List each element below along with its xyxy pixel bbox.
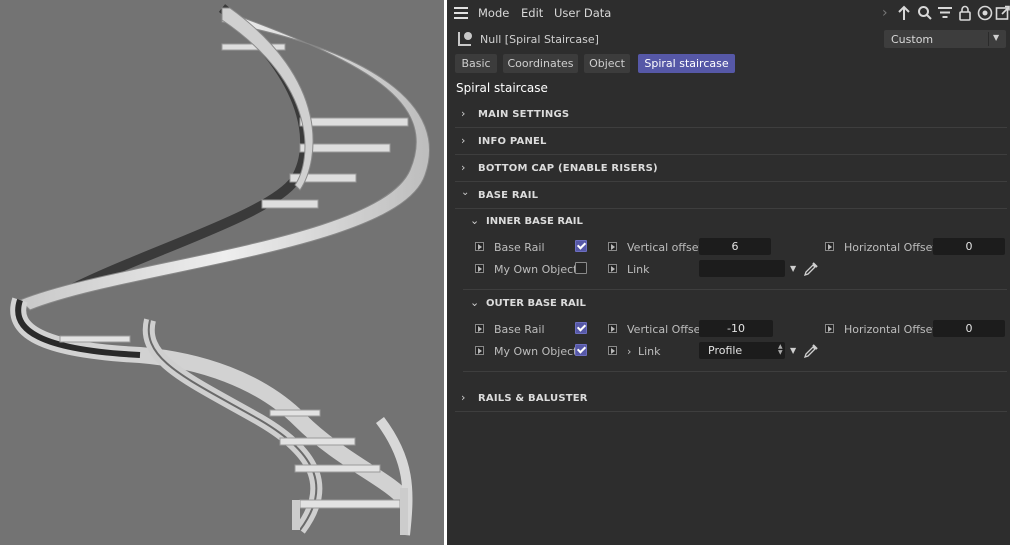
outer-row-2: My Own Object › Link Profile ▲ ▼ ▼ (447, 341, 1010, 361)
lock-icon[interactable] (957, 5, 973, 21)
menu-edit[interactable]: Edit (521, 6, 543, 20)
hamburger-icon[interactable] (454, 7, 468, 19)
eyedropper-icon[interactable] (803, 343, 819, 359)
group-label: RAILS & BALUSTER (478, 393, 588, 404)
object-name: Null [Spiral Staircase] (480, 33, 599, 46)
keyframe-icon[interactable] (475, 242, 484, 251)
outer-row-1: Base Rail Vertical Offset -10 Horizontal… (447, 319, 1010, 339)
chevron-down-icon: ⌄ (470, 214, 480, 227)
inner-horizontal-offset-field[interactable]: 0 (933, 238, 1005, 255)
outer-my-own-object-label: My Own Object (494, 345, 578, 358)
inner-link-field[interactable] (699, 260, 785, 277)
chevron-right-icon[interactable]: › (627, 345, 631, 358)
inner-vertical-offset-label: Vertical offset (627, 241, 703, 254)
group-bottom-cap[interactable]: › BOTTOM CAP (ENABLE RISERS) (455, 155, 1007, 182)
layout-dropdown[interactable]: Custom ▼ (884, 30, 1006, 48)
outer-horizontal-offset-field[interactable]: 0 (933, 320, 1005, 337)
menu-mode[interactable]: Mode (478, 6, 509, 20)
inner-my-own-object-checkbox[interactable] (575, 262, 587, 274)
section-title: Spiral staircase (456, 81, 548, 95)
tab-object[interactable]: Object (584, 54, 630, 73)
chevron-right-icon[interactable]: › (882, 5, 888, 21)
group-rails-baluster[interactable]: › RAILS & BALUSTER (455, 385, 1007, 412)
inner-base-rail-checkbox[interactable] (575, 240, 587, 252)
attribute-manager: Mode Edit User Data › Null [Spiral Stair… (447, 0, 1010, 545)
eyedropper-icon[interactable] (803, 261, 819, 277)
subgroup-inner-base-rail[interactable]: ⌄ INNER BASE RAIL (463, 211, 1007, 233)
inner-row-1: Base Rail Vertical offset 6 Horizontal O… (447, 237, 1010, 257)
object-header: Null [Spiral Staircase] Custom ▼ (447, 29, 1010, 51)
chevron-down-icon[interactable]: ▼ (790, 346, 796, 355)
spinner-icon[interactable]: ▲ ▼ (778, 344, 783, 357)
layout-dropdown-value: Custom (891, 33, 934, 46)
inner-row-2: My Own Object Link ▼ (447, 259, 1010, 279)
outer-vertical-offset-label: Vertical Offset (627, 323, 705, 336)
subgroup-outer-base-rail[interactable]: ⌄ OUTER BASE RAIL (463, 293, 1007, 315)
outer-link-label: Link (638, 345, 661, 358)
chevron-right-icon: › (461, 161, 466, 174)
null-object-icon (458, 32, 472, 46)
outer-vertical-offset-field[interactable]: -10 (699, 320, 773, 337)
keyframe-icon[interactable] (608, 264, 617, 273)
inner-my-own-object-label: My Own Object (494, 263, 578, 276)
chevron-right-icon: › (461, 134, 466, 147)
keyframe-icon[interactable] (825, 242, 834, 251)
keyframe-icon[interactable] (475, 346, 484, 355)
keyframe-icon[interactable] (608, 346, 617, 355)
tab-coordinates[interactable]: Coordinates (503, 54, 578, 73)
group-main-settings[interactable]: › MAIN SETTINGS (455, 101, 1007, 128)
outer-base-rail-checkbox[interactable] (575, 322, 587, 334)
3d-viewport[interactable] (0, 0, 444, 545)
keyframe-icon[interactable] (608, 242, 617, 251)
group-base-rail[interactable]: ⌄ BASE RAIL (455, 182, 1007, 209)
menu-bar: Mode Edit User Data › (447, 0, 1010, 26)
outer-base-rail-label: Base Rail (494, 323, 545, 336)
tab-spiral-staircase[interactable]: Spiral staircase (638, 54, 735, 73)
menu-user-data[interactable]: User Data (554, 6, 611, 20)
group-label: BASE RAIL (478, 190, 539, 201)
keyframe-icon[interactable] (475, 264, 484, 273)
outer-horizontal-offset-label: Horizontal Offset (844, 323, 937, 336)
chevron-down-icon: ⌄ (461, 187, 470, 198)
chevron-right-icon: › (461, 391, 466, 404)
divider (463, 289, 1007, 290)
arrow-up-icon[interactable] (896, 5, 912, 21)
group-label: INFO PANEL (478, 136, 547, 147)
subgroup-label: INNER BASE RAIL (486, 216, 583, 227)
chevron-down-icon: ▼ (993, 33, 1000, 42)
outer-my-own-object-checkbox[interactable] (575, 344, 587, 356)
inner-horizontal-offset-label: Horizontal Offset (844, 241, 937, 254)
chevron-down-icon[interactable]: ▼ (790, 264, 796, 273)
chevron-right-icon: › (461, 107, 466, 120)
inner-vertical-offset-field[interactable]: 6 (699, 238, 771, 255)
target-icon[interactable] (977, 5, 993, 21)
group-label: MAIN SETTINGS (478, 109, 570, 120)
spiral-staircase-render (10, 4, 430, 536)
inner-base-rail-label: Base Rail (494, 241, 545, 254)
keyframe-icon[interactable] (475, 324, 484, 333)
group-info-panel[interactable]: › INFO PANEL (455, 128, 1007, 155)
keyframe-icon[interactable] (608, 324, 617, 333)
group-label: BOTTOM CAP (ENABLE RISERS) (478, 163, 658, 174)
new-window-icon[interactable] (995, 5, 1010, 21)
outer-link-field[interactable]: Profile ▲ ▼ (699, 342, 785, 359)
tab-basic[interactable]: Basic (455, 54, 497, 73)
chevron-down-icon: ⌄ (470, 296, 480, 309)
inner-link-label: Link (627, 263, 650, 276)
divider (463, 371, 1007, 372)
subgroup-label: OUTER BASE RAIL (486, 298, 586, 309)
outer-link-value: Profile (708, 344, 743, 357)
keyframe-icon[interactable] (825, 324, 834, 333)
search-icon[interactable] (917, 5, 933, 21)
filter-icon[interactable] (937, 5, 953, 21)
